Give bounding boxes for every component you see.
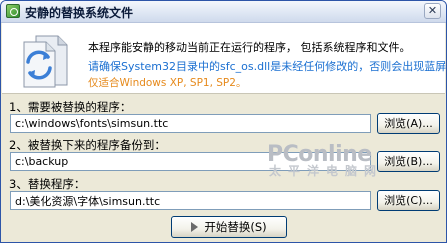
- document-refresh-icon: [23, 35, 68, 88]
- replacement-path-input[interactable]: [10, 191, 371, 210]
- source-label: 1、需要被替换的程序：: [9, 100, 132, 114]
- replacement-label: 3、替换程序：: [9, 177, 86, 191]
- source-path-input[interactable]: [10, 114, 371, 133]
- start-replace-label: 开始替换(S): [204, 220, 267, 234]
- play-arrow-icon: [191, 221, 199, 232]
- banner-compatibility: 仅适合Windows XP, SP1, SP2。: [88, 77, 247, 89]
- backup-label: 2、被替换下来的程序备份到：: [9, 138, 166, 152]
- info-banner: 本程序能安静的移动当前正在运行的程序， 包括系统程序和文件。 请确保System…: [2, 23, 447, 94]
- app-window: 安静的替换系统文件 ✕ 本程序能安静的移动当前正在运行的程序， 包括系统程序和文…: [0, 0, 447, 243]
- browse-replacement-button[interactable]: 浏览(C)...: [377, 190, 440, 211]
- browse-source-button[interactable]: 浏览(A)...: [377, 113, 440, 134]
- start-replace-button[interactable]: 开始替换(S): [171, 216, 287, 238]
- backup-path-input[interactable]: [10, 152, 371, 171]
- app-icon: [6, 4, 20, 18]
- window-title: 安静的替换系统文件: [25, 6, 134, 20]
- banner-warning: 请确保System32目录中的sfc_os.dll是未经任何修改的，否则会出现蓝…: [88, 60, 447, 73]
- title-bar[interactable]: 安静的替换系统文件 ✕: [1, 1, 446, 23]
- banner-description: 本程序能安静的移动当前正在运行的程序， 包括系统程序和文件。: [88, 41, 411, 54]
- browse-backup-button[interactable]: 浏览(B)...: [377, 151, 440, 172]
- close-button[interactable]: ✕: [424, 3, 441, 19]
